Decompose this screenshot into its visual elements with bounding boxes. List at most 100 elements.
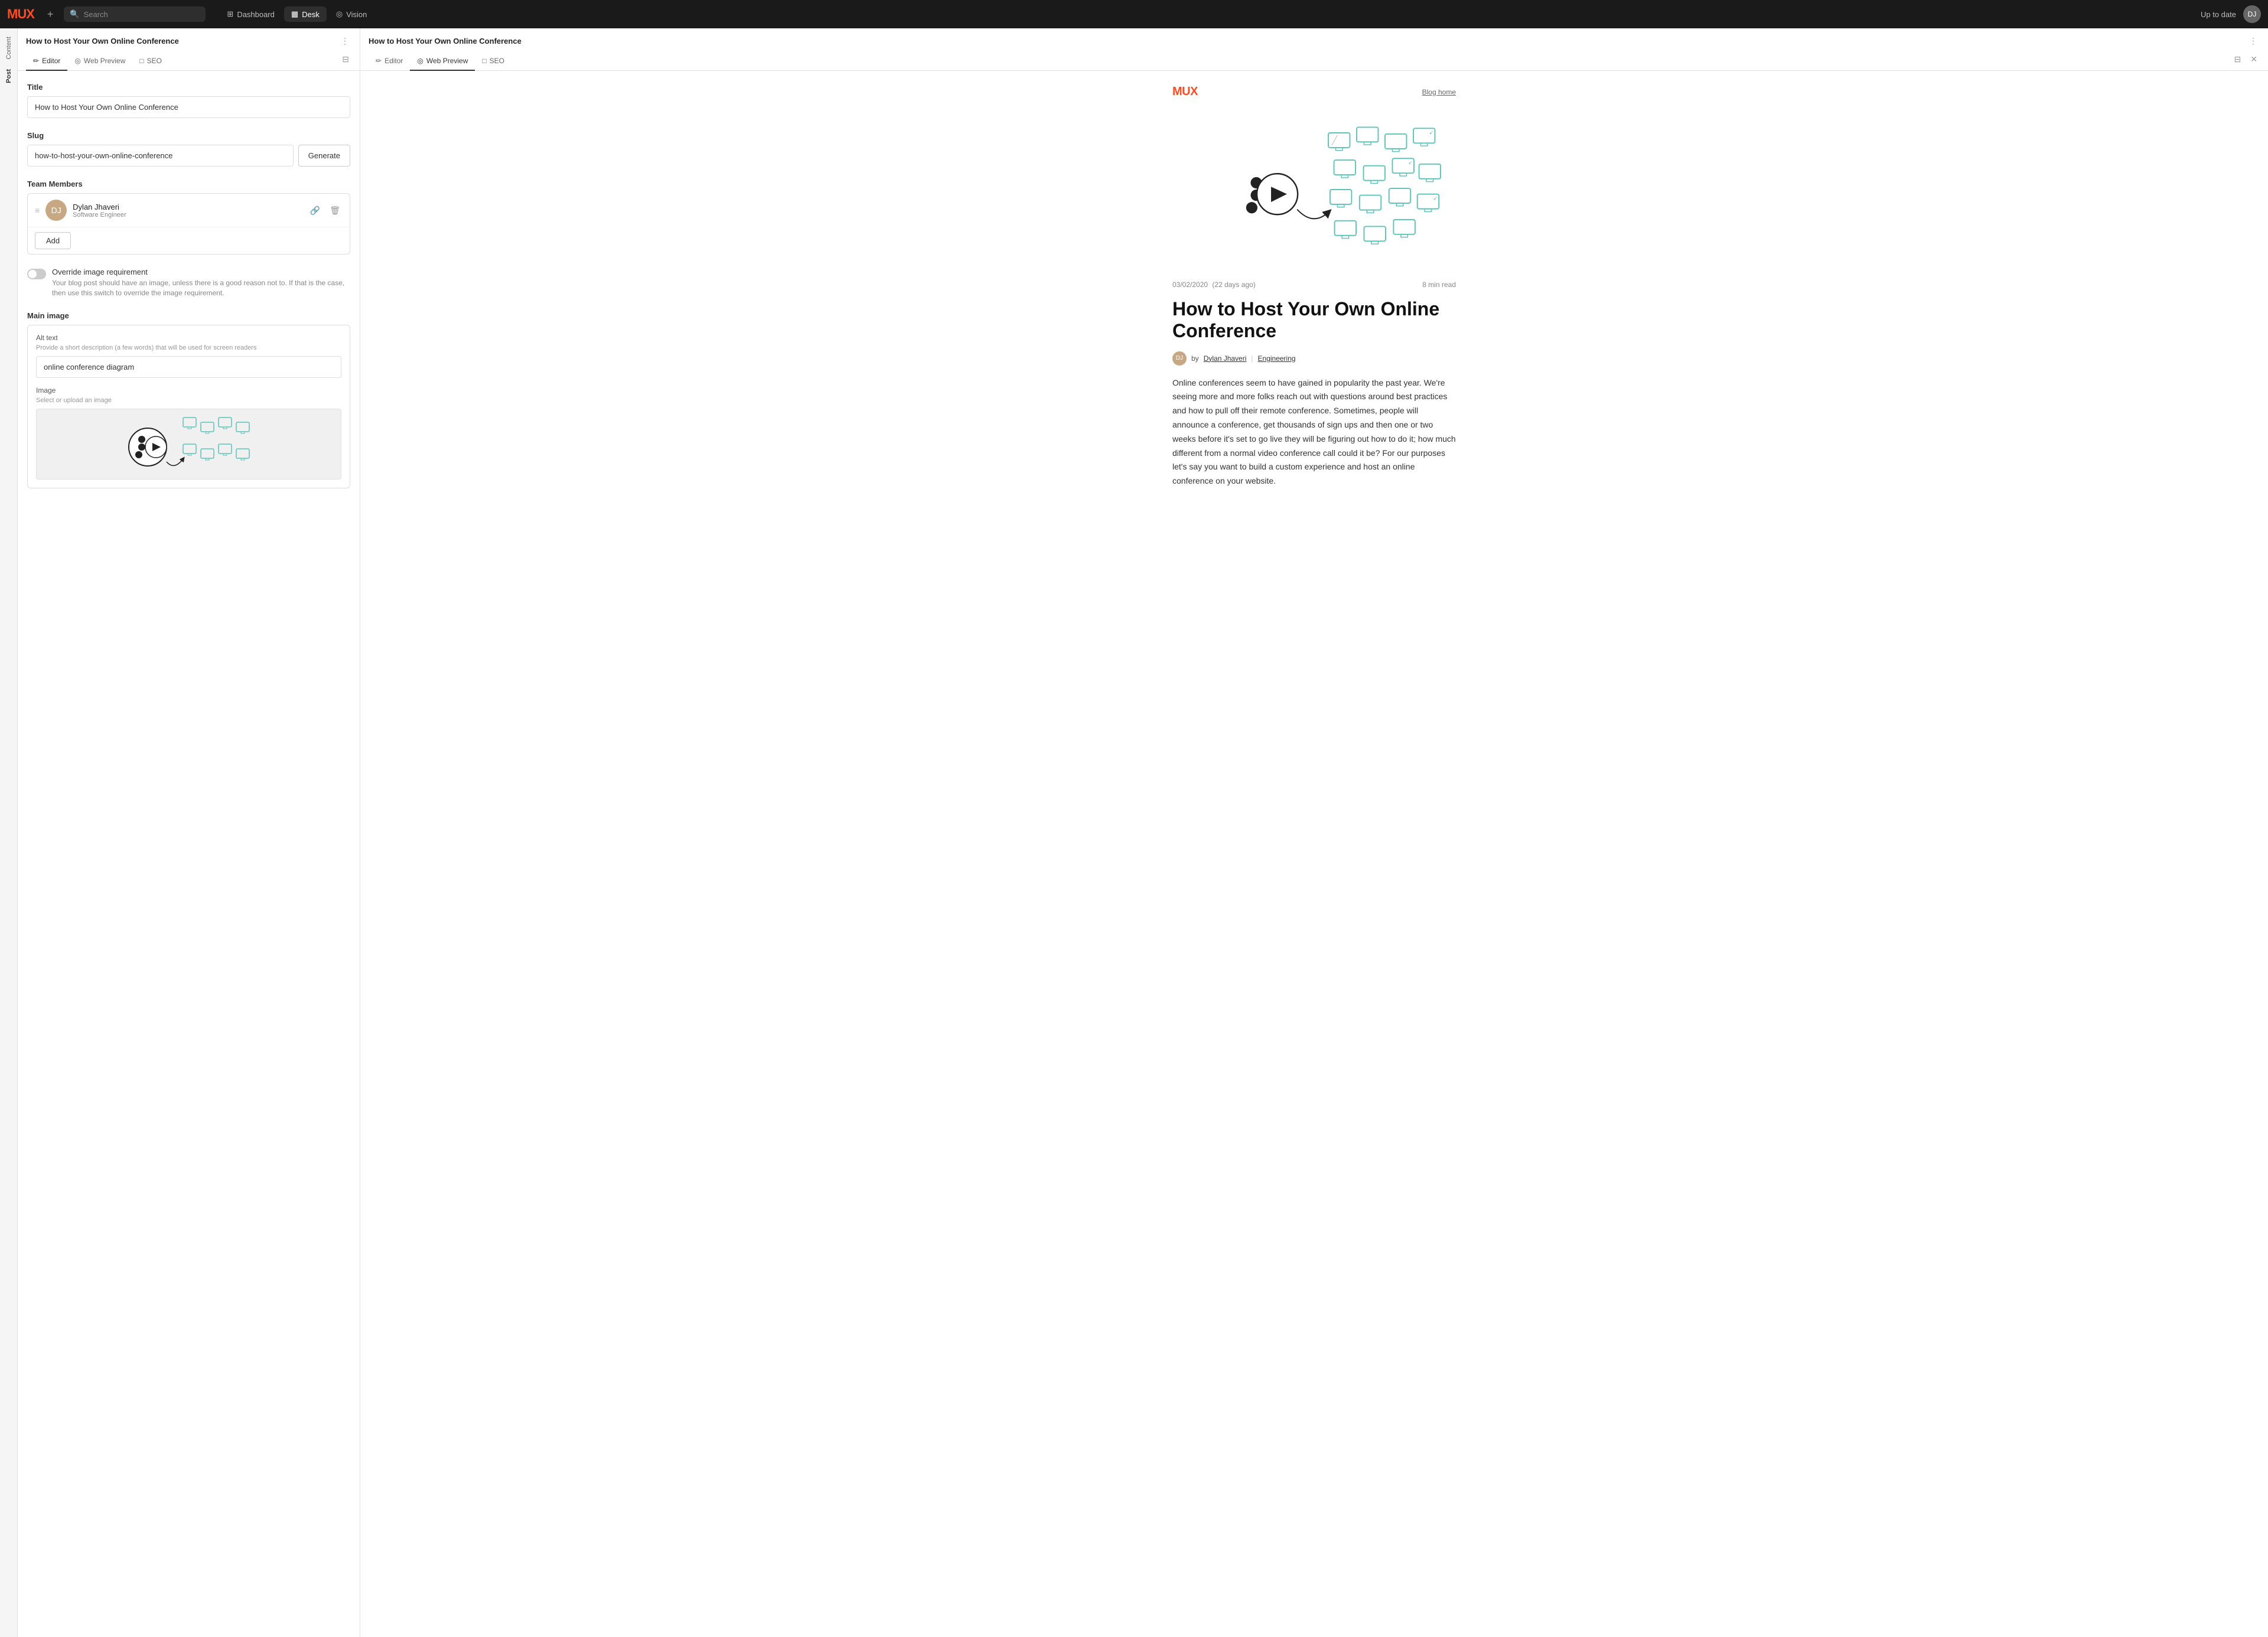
blog-nav: MUX Blog home: [1172, 85, 1456, 99]
add-member-row: Add: [28, 227, 350, 254]
main-image-box: Alt text Provide a short description (a …: [27, 325, 350, 488]
status-badge: Up to date: [2201, 10, 2236, 19]
editor-icon-left: ✏: [33, 57, 39, 65]
slug-row: Generate: [27, 145, 350, 167]
blog-read-time: 8 min read: [1422, 281, 1456, 289]
seo-icon-right: □: [482, 57, 486, 65]
team-members-group: Team Members ≡ DJ Dylan Jhaveri Software…: [27, 180, 350, 255]
override-desc: Your blog post should have an image, unl…: [52, 278, 350, 298]
conference-diagram-svg: ↙ ↙: [1172, 113, 1456, 266]
search-bar[interactable]: 🔍 Search: [64, 6, 206, 22]
nav-desk[interactable]: ▦ Desk: [284, 6, 327, 22]
tab-editor-left[interactable]: ✏ Editor: [26, 52, 67, 71]
dashboard-icon: ⊞: [227, 9, 233, 19]
avatar[interactable]: DJ: [2243, 5, 2261, 23]
search-placeholder: Search: [84, 10, 108, 19]
left-panel-menu-button[interactable]: ⋮: [338, 34, 351, 47]
conference-diagram: ↙ ↙: [1172, 113, 1456, 266]
conference-diagram-small: [106, 409, 272, 480]
split-view-button[interactable]: ⊟: [340, 53, 351, 66]
right-panel-title: How to Host Your Own Online Conference: [369, 37, 522, 45]
blog-logo: MUX: [1172, 85, 1198, 99]
add-member-button[interactable]: Add: [35, 232, 71, 249]
category-link[interactable]: Engineering: [1258, 354, 1296, 363]
team-members-label: Team Members: [27, 180, 350, 188]
override-toggle[interactable]: [27, 269, 46, 279]
svg-text:↙: ↙: [1429, 129, 1433, 135]
main-layout: Content Post How to Host Your Own Online…: [0, 28, 2268, 1637]
slug-label: Slug: [27, 131, 350, 140]
left-panel-header: How to Host Your Own Online Conference ⋮…: [18, 28, 360, 71]
left-panel-tabs: ✏ Editor ◎ Web Preview □ SEO ⊟: [26, 52, 351, 70]
link-member-button[interactable]: 🔗: [308, 204, 322, 217]
left-panel: How to Host Your Own Online Conference ⋮…: [18, 28, 360, 1637]
member-role: Software Engineer: [73, 211, 302, 219]
tab-web-preview-right[interactable]: ◎ Web Preview: [410, 52, 475, 71]
blog-meta: 03/02/2020 (22 days ago) 8 min read: [1172, 281, 1456, 289]
member-name: Dylan Jhaveri: [73, 203, 302, 211]
editor-icon-right: ✏: [376, 57, 382, 65]
tab-seo-left[interactable]: □ SEO: [132, 52, 169, 71]
main-image-label: Main image: [27, 311, 350, 320]
title-field-group: Title: [27, 83, 350, 118]
blog-home-link[interactable]: Blog home: [1422, 88, 1456, 96]
svg-text:↙: ↙: [1433, 195, 1438, 201]
member-row: ≡ DJ Dylan Jhaveri Software Engineer 🔗 🗑: [28, 194, 350, 227]
alt-text-label: Alt text: [36, 334, 341, 342]
vertical-sidebar: Content Post: [0, 28, 18, 1637]
author-link[interactable]: Dylan Jhaveri: [1204, 354, 1247, 363]
desk-icon: ▦: [291, 9, 298, 19]
nav-dashboard[interactable]: ⊞ Dashboard: [220, 6, 282, 22]
left-panel-title: How to Host Your Own Online Conference: [26, 37, 179, 45]
web-preview-icon-right: ◎: [417, 57, 423, 65]
image-label: Image: [36, 386, 341, 394]
title-label: Title: [27, 83, 350, 92]
author-by-label: by: [1191, 354, 1199, 363]
title-input[interactable]: [27, 96, 350, 118]
split-view-right-button[interactable]: ⊟: [2232, 53, 2244, 66]
team-members-box: ≡ DJ Dylan Jhaveri Software Engineer 🔗 🗑…: [27, 193, 350, 255]
override-row: Override image requirement Your blog pos…: [27, 268, 350, 298]
blog-preview: MUX Blog home: [1161, 71, 1468, 503]
override-title: Override image requirement: [52, 268, 350, 276]
svg-text:↙: ↙: [1408, 159, 1412, 165]
tab-editor-right[interactable]: ✏ Editor: [369, 52, 410, 71]
sidebar-item-post[interactable]: Post: [5, 66, 12, 87]
blog-body-text: Online conferences seem to have gained i…: [1172, 376, 1456, 488]
nav-links: ⊞ Dashboard ▦ Desk ◎ Vision: [220, 6, 374, 22]
member-info: Dylan Jhaveri Software Engineer: [73, 203, 302, 219]
right-panel: How to Host Your Own Online Conference ⋮…: [360, 28, 2268, 1637]
nav-right: Up to date DJ: [2201, 5, 2261, 23]
alt-text-input[interactable]: [36, 356, 341, 378]
main-image-group: Main image Alt text Provide a short desc…: [27, 311, 350, 488]
drag-handle-icon[interactable]: ≡: [35, 206, 40, 215]
image-hint: Select or upload an image: [36, 397, 341, 404]
add-button[interactable]: +: [44, 6, 57, 23]
right-panel-tabs: ✏ Editor ◎ Web Preview □ SEO ⊟ ✕: [369, 52, 2260, 70]
app-logo: MUX: [7, 6, 34, 22]
web-preview-icon-left: ◎: [74, 57, 80, 65]
search-icon: 🔍: [70, 9, 79, 19]
blog-author-row: DJ by Dylan Jhaveri | Engineering: [1172, 351, 1456, 366]
sidebar-item-content[interactable]: Content: [5, 33, 12, 63]
right-panel-header: How to Host Your Own Online Conference ⋮…: [360, 28, 2268, 71]
delete-member-button[interactable]: 🗑: [327, 204, 343, 217]
blog-date: 03/02/2020 (22 days ago): [1172, 281, 1256, 289]
tab-web-preview-left[interactable]: ◎ Web Preview: [67, 52, 132, 71]
generate-button[interactable]: Generate: [298, 145, 350, 167]
right-panel-menu-button[interactable]: ⋮: [2247, 34, 2260, 47]
slug-input[interactable]: [27, 145, 294, 167]
tab-seo-right[interactable]: □ SEO: [475, 52, 511, 71]
alt-text-hint: Provide a short description (a few words…: [36, 344, 341, 351]
top-navigation: MUX + 🔍 Search ⊞ Dashboard ▦ Desk ◎ Visi…: [0, 0, 2268, 28]
member-avatar: DJ: [45, 200, 67, 221]
nav-vision[interactable]: ◎ Vision: [329, 6, 374, 22]
vision-icon: ◎: [336, 9, 343, 19]
seo-icon-left: □: [139, 57, 144, 65]
close-right-panel-button[interactable]: ✕: [2248, 53, 2260, 66]
override-text: Override image requirement Your blog pos…: [52, 268, 350, 298]
member-actions: 🔗 🗑: [308, 204, 343, 217]
image-preview[interactable]: [36, 409, 341, 480]
blog-title: How to Host Your Own Online Conference: [1172, 298, 1456, 342]
toggle-knob: [28, 270, 37, 278]
